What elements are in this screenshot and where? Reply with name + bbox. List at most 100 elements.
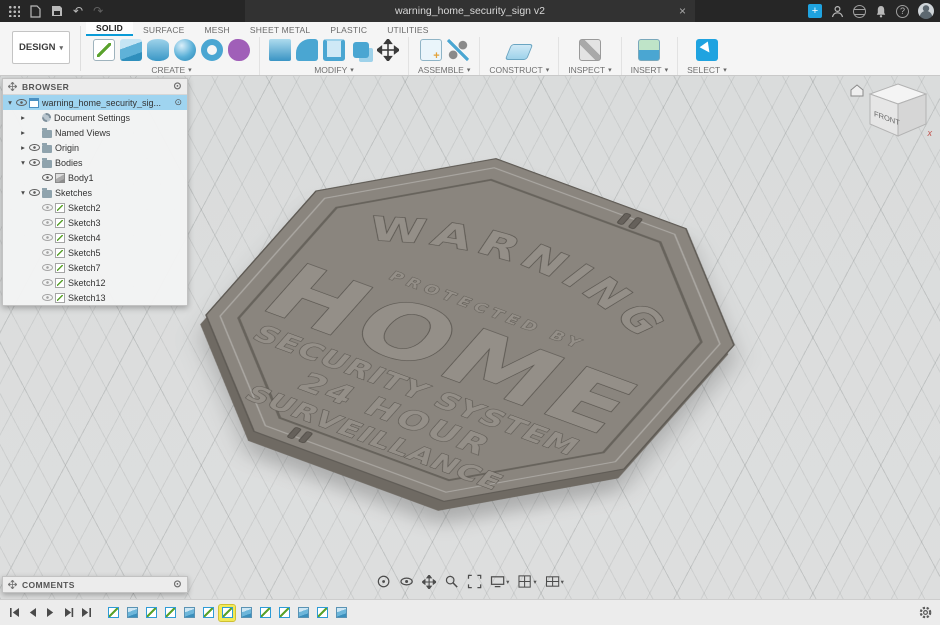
expander-icon[interactable]: ▸ <box>18 128 28 137</box>
construction-plane-icon[interactable] <box>505 44 533 60</box>
pan-handle-icon[interactable] <box>8 580 17 589</box>
timeline-feature[interactable] <box>181 605 197 621</box>
globe-icon[interactable] <box>853 5 866 18</box>
form-icon[interactable] <box>228 39 250 61</box>
user-avatar[interactable] <box>918 3 934 19</box>
expander-icon[interactable]: ▸ <box>18 143 28 152</box>
group-construct-label[interactable]: CONSTRUCT <box>489 65 542 75</box>
browser-item[interactable]: Sketch13 ⊙ <box>3 290 187 305</box>
timeline-feature[interactable] <box>257 605 273 621</box>
browser-item[interactable]: ▾ Bodies ⊙ <box>3 155 187 170</box>
timeline-feature[interactable] <box>276 605 292 621</box>
timeline-feature[interactable] <box>238 605 254 621</box>
combine-icon[interactable] <box>353 42 369 58</box>
visibility-eye-icon[interactable] <box>28 187 40 198</box>
orbit-icon[interactable] <box>376 574 391 589</box>
browser-item[interactable]: Sketch2 ⊙ <box>3 200 187 215</box>
tab-surface[interactable]: SURFACE <box>133 23 195 36</box>
viewports-icon[interactable]: ▾ <box>545 574 564 589</box>
notifications-bell-icon[interactable] <box>875 5 887 18</box>
panel-menu-icon[interactable]: ⊙ <box>173 580 182 590</box>
display-settings-icon[interactable]: ▾ <box>490 574 509 589</box>
measure-icon[interactable] <box>579 39 601 61</box>
timeline-feature[interactable] <box>124 605 140 621</box>
timeline-feature[interactable] <box>143 605 159 621</box>
document-tab[interactable]: warning_home_security_sign v2 × <box>245 0 695 22</box>
visibility-eye-icon[interactable] <box>41 232 53 243</box>
file-icon[interactable] <box>30 5 41 18</box>
workspace-selector[interactable]: DESIGN ▾ <box>12 31 70 64</box>
browser-item[interactable]: Sketch5 ⊙ <box>3 245 187 260</box>
visibility-eye-icon[interactable] <box>41 247 53 258</box>
visibility-eye-icon[interactable] <box>41 277 53 288</box>
create-sketch-icon[interactable] <box>93 39 115 61</box>
expander-icon[interactable]: ▸ <box>18 113 28 122</box>
timeline-feature[interactable] <box>200 605 216 621</box>
add-icon[interactable]: + <box>808 4 822 18</box>
view-cube[interactable]: FRONT x <box>848 80 934 156</box>
tab-mesh[interactable]: MESH <box>195 23 240 36</box>
timeline-feature[interactable] <box>219 605 235 621</box>
tab-sheet-metal[interactable]: SHEET METAL <box>240 23 320 36</box>
close-tab-icon[interactable]: × <box>679 0 686 22</box>
torus-icon[interactable] <box>201 39 223 61</box>
view-cube-body[interactable]: FRONT <box>870 84 926 136</box>
visibility-eye-icon[interactable] <box>15 97 27 108</box>
grid-settings-icon[interactable]: ▾ <box>517 574 536 589</box>
browser-item[interactable]: ▸ Origin ⊙ <box>3 140 187 155</box>
group-insert-label[interactable]: INSERT <box>631 65 662 75</box>
pan-handle-icon[interactable] <box>8 82 17 91</box>
panel-menu-icon[interactable]: ⊙ <box>173 82 182 92</box>
fit-icon[interactable] <box>467 574 482 589</box>
move-icon[interactable] <box>377 39 399 61</box>
expander-icon[interactable]: ▾ <box>5 98 15 107</box>
go-to-end-icon[interactable] <box>80 606 93 619</box>
browser-item[interactable]: Sketch4 ⊙ <box>3 230 187 245</box>
joint-icon[interactable] <box>447 39 469 61</box>
shell-icon[interactable] <box>323 39 345 61</box>
step-forward-icon[interactable] <box>62 606 75 619</box>
timeline-feature[interactable] <box>295 605 311 621</box>
zoom-icon[interactable] <box>444 574 459 589</box>
browser-item[interactable]: Sketch12 ⊙ <box>3 275 187 290</box>
press-pull-icon[interactable] <box>269 39 291 61</box>
activate-radio-icon[interactable]: ⊙ <box>174 98 182 107</box>
visibility-eye-icon[interactable] <box>28 142 40 153</box>
visibility-eye-icon[interactable] <box>41 172 53 183</box>
new-component-icon[interactable] <box>420 39 442 61</box>
timeline-feature[interactable] <box>314 605 330 621</box>
group-inspect-label[interactable]: INSPECT <box>568 65 605 75</box>
visibility-eye-icon[interactable] <box>28 157 40 168</box>
fillet-icon[interactable] <box>296 39 318 61</box>
settings-gear-icon[interactable] <box>918 605 933 625</box>
tab-utilities[interactable]: UTILITIES <box>377 23 438 36</box>
visibility-eye-icon[interactable] <box>41 262 53 273</box>
look-at-icon[interactable] <box>399 574 414 589</box>
select-icon[interactable] <box>696 39 718 61</box>
visibility-eye-icon[interactable] <box>41 292 53 303</box>
browser-item[interactable]: ▸ Document Settings ⊙ <box>3 110 187 125</box>
undo-icon[interactable]: ↶ <box>73 5 83 17</box>
pan-icon[interactable] <box>422 575 436 589</box>
cylinder-icon[interactable] <box>147 39 169 61</box>
save-icon[interactable] <box>51 5 63 17</box>
account-icon[interactable] <box>831 5 844 18</box>
sphere-icon[interactable] <box>174 39 196 61</box>
expander-icon[interactable]: ▾ <box>18 188 28 197</box>
box-icon[interactable] <box>120 39 142 61</box>
go-to-start-icon[interactable] <box>8 606 21 619</box>
timeline-feature[interactable] <box>162 605 178 621</box>
group-select-label[interactable]: SELECT <box>687 65 720 75</box>
home-icon[interactable] <box>851 85 863 96</box>
play-icon[interactable] <box>44 606 57 619</box>
browser-item[interactable]: Body1 ⊙ <box>3 170 187 185</box>
visibility-eye-icon[interactable] <box>41 217 53 228</box>
help-icon[interactable]: ? <box>896 5 909 18</box>
browser-item[interactable]: ▸ Named Views ⊙ <box>3 125 187 140</box>
timeline-feature[interactable] <box>333 605 349 621</box>
expander-icon[interactable]: ▾ <box>18 158 28 167</box>
app-grid-icon[interactable] <box>8 5 20 17</box>
browser-item[interactable]: ▾ Sketches ⊙ <box>3 185 187 200</box>
timeline-feature[interactable] <box>105 605 121 621</box>
redo-icon[interactable]: ↷ <box>93 5 103 17</box>
